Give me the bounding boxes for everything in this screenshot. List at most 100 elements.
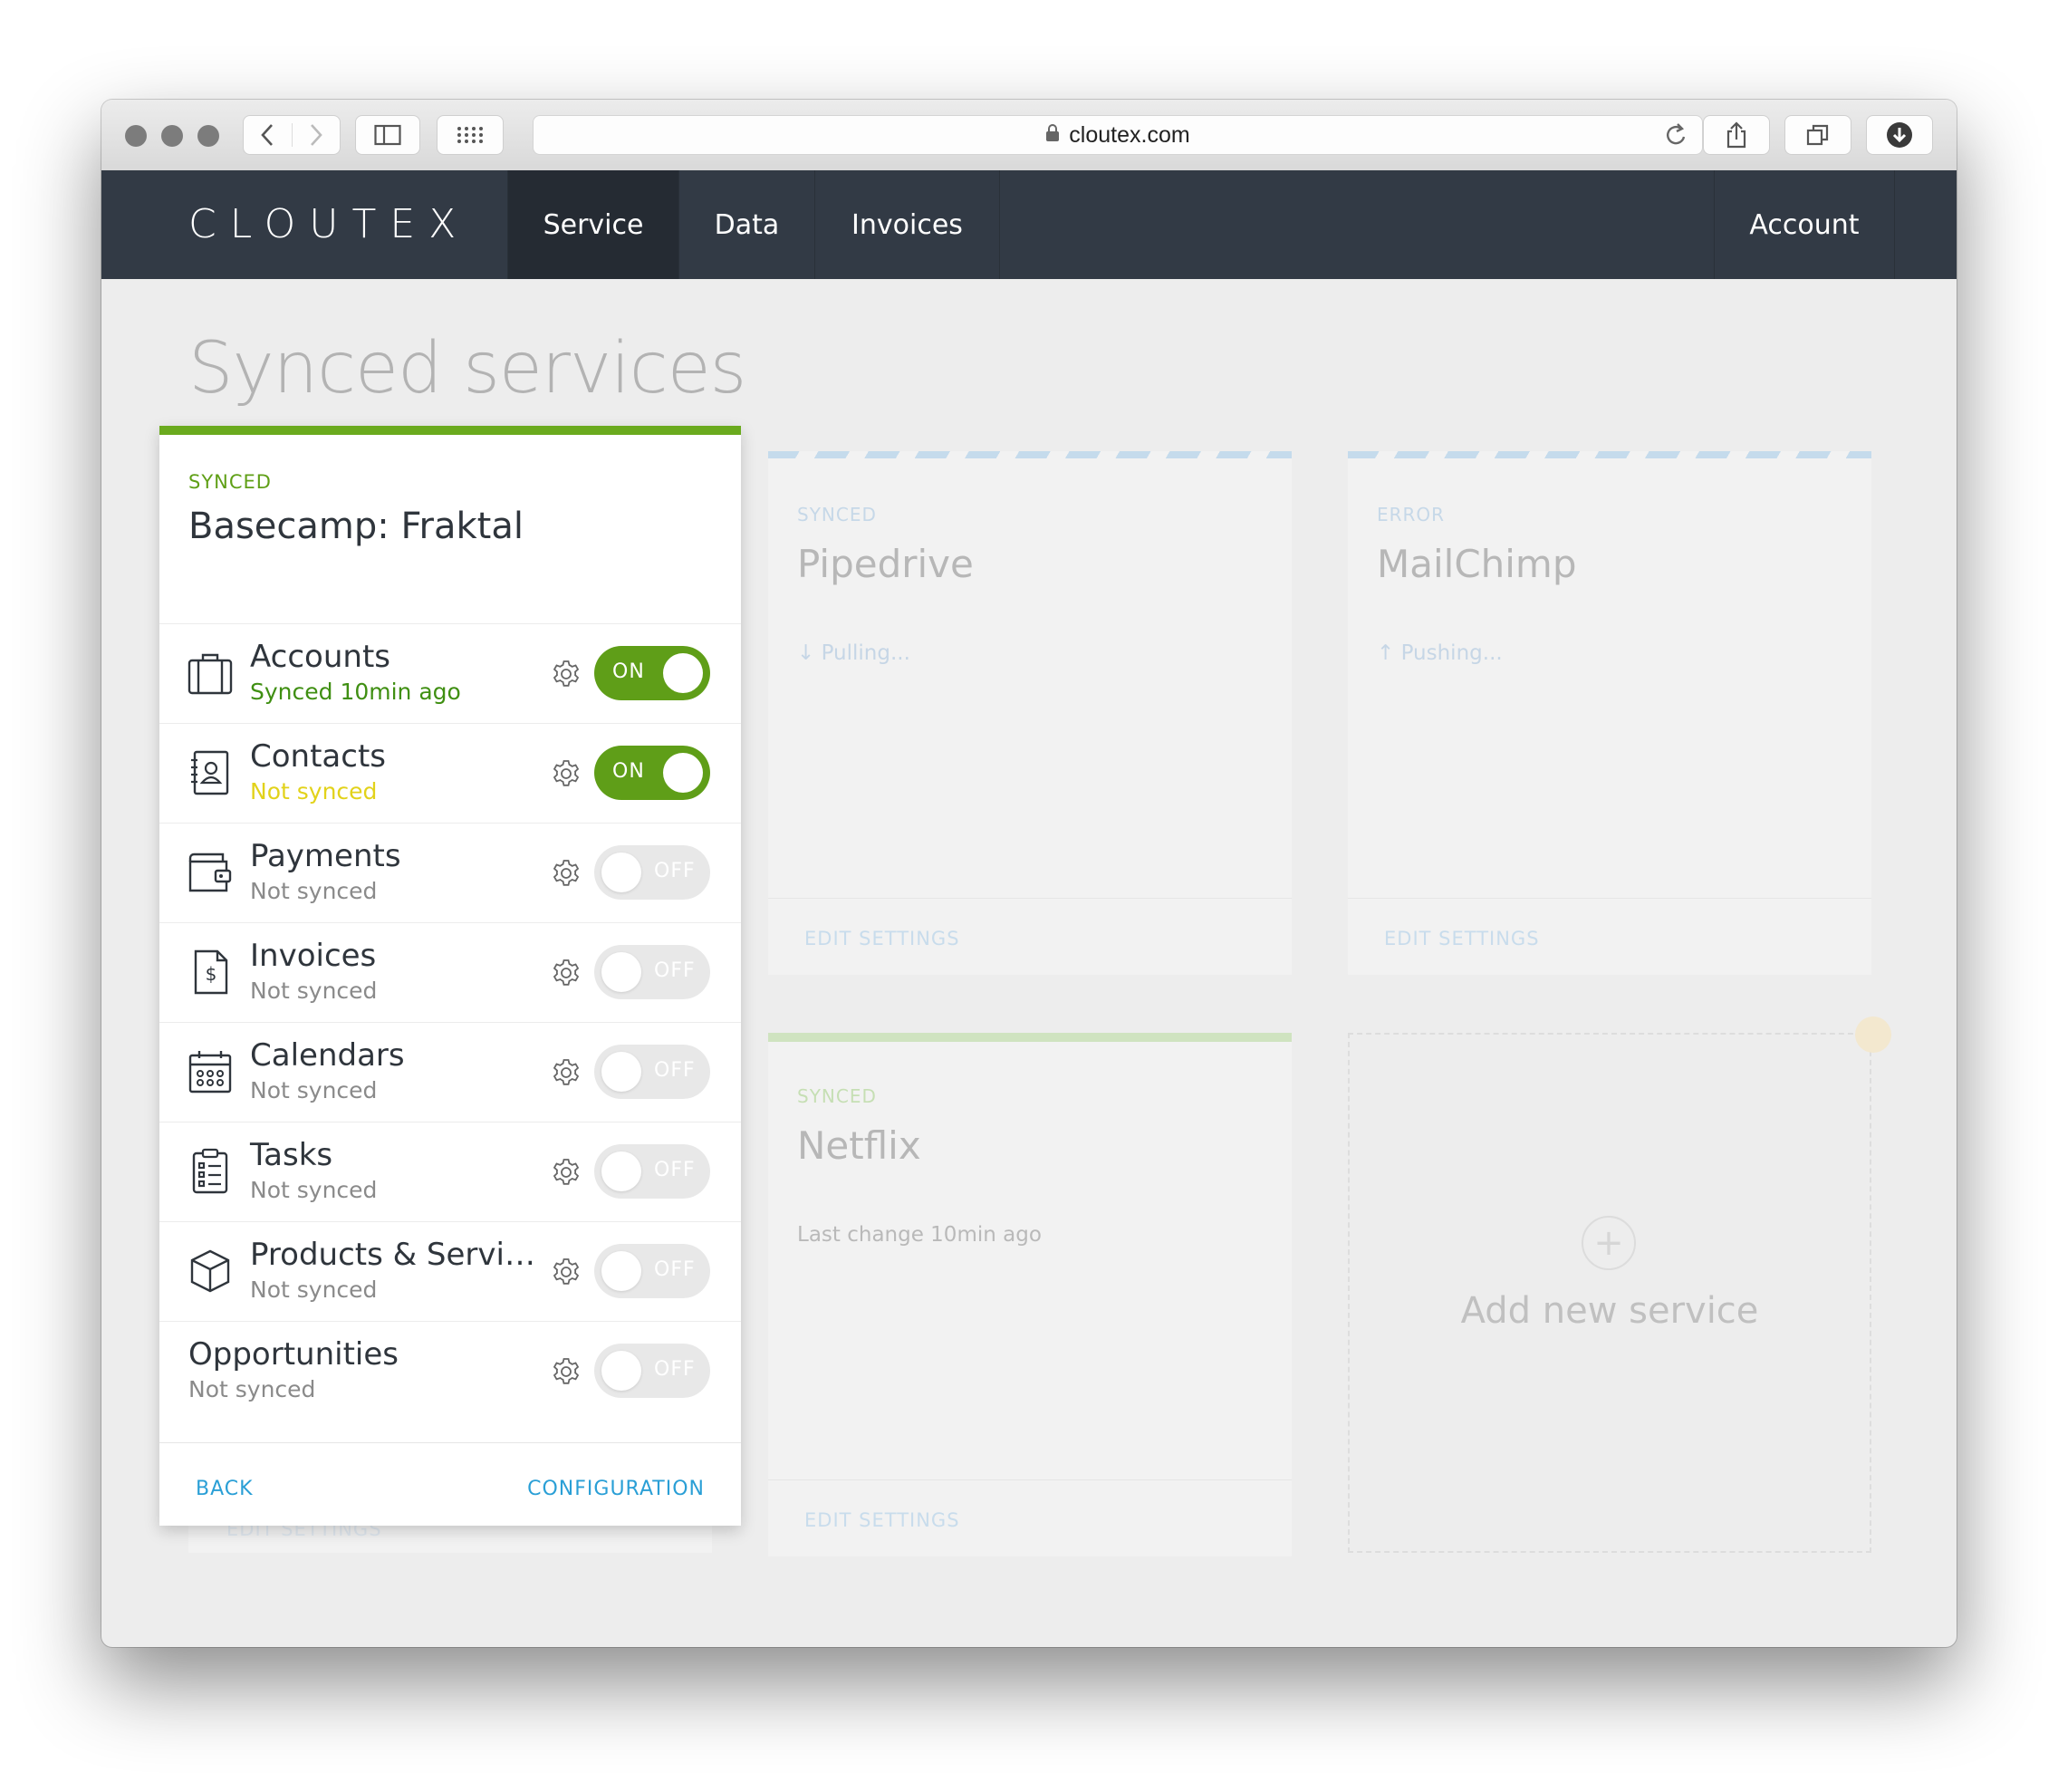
panel-title: Basecamp: Fraktal xyxy=(188,506,524,547)
close-window-button[interactable] xyxy=(125,125,147,147)
sync-toggle[interactable]: OFF xyxy=(594,1344,710,1398)
service-activity: ↓ Pulling... xyxy=(797,641,910,665)
toggle-state-label: ON xyxy=(612,760,645,783)
sync-toggle[interactable]: OFF xyxy=(594,845,710,900)
gear-icon[interactable] xyxy=(551,1157,582,1188)
nav-data[interactable]: Data xyxy=(679,170,815,279)
reload-icon[interactable] xyxy=(1664,121,1689,152)
grid-icon xyxy=(457,127,483,143)
downloads-button[interactable] xyxy=(1866,115,1933,155)
entity-row: Tasks Not synced OFF xyxy=(159,1122,741,1221)
contact-book-icon xyxy=(187,749,234,796)
entity-row: Payments Not synced OFF xyxy=(159,823,741,922)
service-name: Netflix xyxy=(797,1123,921,1168)
toggle-knob xyxy=(601,952,641,992)
page-title: Synced services xyxy=(188,328,746,409)
configuration-button[interactable]: CONFIGURATION xyxy=(527,1478,705,1500)
entity-sync-status: Not synced xyxy=(250,1177,378,1203)
sync-toggle[interactable]: OFF xyxy=(594,945,710,999)
sync-toggle[interactable]: OFF xyxy=(594,1244,710,1298)
gear-icon[interactable] xyxy=(551,659,582,689)
service-card-footer: EDIT SETTINGS xyxy=(1348,898,1871,975)
sync-toggle[interactable]: ON xyxy=(594,646,710,700)
sync-toggle[interactable]: OFF xyxy=(594,1144,710,1199)
edit-settings-link[interactable]: EDIT SETTINGS xyxy=(804,1509,960,1531)
entity-sync-status: Not synced xyxy=(250,1277,378,1303)
entity-row: Opportunities Not synced OFF xyxy=(159,1321,741,1421)
app-navbar: CLOUTEX Service Data Invoices Account xyxy=(101,170,1957,279)
browser-toolbar: cloutex.com xyxy=(101,100,1957,171)
toggle-knob xyxy=(601,853,641,892)
toggle-state-label: OFF xyxy=(654,1159,696,1181)
entity-row: Accounts Synced 10min ago ON xyxy=(159,623,741,723)
download-icon xyxy=(1887,122,1912,148)
entity-sync-status: Not synced xyxy=(188,1376,316,1402)
share-button[interactable] xyxy=(1703,115,1770,155)
zoom-window-button[interactable] xyxy=(197,125,219,147)
entity-name: Payments xyxy=(250,838,401,874)
toggle-state-label: OFF xyxy=(654,1059,696,1082)
service-card-footer: EDIT SETTINGS xyxy=(768,1479,1292,1556)
sidebar-toggle-button[interactable] xyxy=(355,115,420,155)
forward-arrow-icon[interactable] xyxy=(293,123,341,147)
sync-toggle[interactable]: ON xyxy=(594,746,710,800)
task-list-icon xyxy=(187,1148,234,1195)
service-name: MailChimp xyxy=(1377,542,1577,586)
entity-sync-status: Not synced xyxy=(250,1077,378,1103)
wallet-icon xyxy=(187,849,234,896)
service-activity: Last change 10min ago xyxy=(797,1223,1042,1247)
nav-invoices[interactable]: Invoices xyxy=(815,170,1000,279)
service-card-pipedrive[interactable]: SYNCED Pipedrive ↓ Pulling... EDIT SETTI… xyxy=(768,451,1292,975)
entity-sync-status: Not synced xyxy=(250,778,378,804)
sync-toggle[interactable]: OFF xyxy=(594,1045,710,1099)
entity-name: Accounts xyxy=(250,639,390,675)
gear-icon[interactable] xyxy=(551,758,582,789)
history-nav-group xyxy=(243,115,341,155)
entity-row: Contacts Not synced ON xyxy=(159,723,741,823)
address-text-wrap: cloutex.com xyxy=(534,116,1702,154)
service-card-mailchimp[interactable]: ERROR MailChimp ↑ Pushing... EDIT SETTIN… xyxy=(1348,451,1871,975)
toggle-state-label: OFF xyxy=(654,1258,696,1281)
edit-settings-link[interactable]: EDIT SETTINGS xyxy=(1384,928,1540,949)
syncing-stripe xyxy=(1348,451,1871,458)
toggle-knob xyxy=(663,653,703,693)
toggle-state-label: OFF xyxy=(654,860,696,882)
gear-icon[interactable] xyxy=(551,1257,582,1287)
plus-icon: + xyxy=(1582,1216,1636,1270)
toggle-state-label: OFF xyxy=(654,959,696,982)
entity-sync-status: Not synced xyxy=(250,878,378,904)
gear-icon[interactable] xyxy=(551,958,582,988)
gear-icon[interactable] xyxy=(551,858,582,889)
nav-service[interactable]: Service xyxy=(507,170,679,279)
edit-settings-link[interactable]: EDIT SETTINGS xyxy=(804,928,960,949)
back-button[interactable]: BACK xyxy=(196,1478,254,1500)
nav-account[interactable]: Account xyxy=(1714,170,1895,279)
basecamp-service-panel: SYNCED Basecamp: Fraktal Accounts Synced … xyxy=(159,426,741,1526)
entity-row: $ Invoices Not synced OFF xyxy=(159,922,741,1022)
tabs-overview-button[interactable] xyxy=(1784,115,1851,155)
browser-window: cloutex.com CLOUTEX Service Data Invoice… xyxy=(101,100,1957,1647)
toggle-state-label: OFF xyxy=(654,1358,696,1381)
calendar-icon xyxy=(187,1048,234,1095)
service-card-netflix[interactable]: SYNCED Netflix Last change 10min ago EDI… xyxy=(768,1033,1292,1556)
synced-status-bar xyxy=(768,1033,1292,1042)
service-card-footer: EDIT SETTINGS xyxy=(768,898,1292,975)
entity-row: Products & Servi… Not synced OFF xyxy=(159,1221,741,1321)
gear-icon[interactable] xyxy=(551,1057,582,1088)
entity-sync-status: Synced 10min ago xyxy=(250,679,461,705)
minimize-window-button[interactable] xyxy=(161,125,183,147)
briefcase-icon xyxy=(187,650,234,697)
add-service-card[interactable]: + Add new service xyxy=(1348,1033,1871,1553)
entity-name: Calendars xyxy=(250,1037,405,1074)
gear-icon[interactable] xyxy=(551,1356,582,1387)
cloutex-logo[interactable]: CLOUTEX xyxy=(188,203,469,246)
panel-footer: BACK CONFIGURATION xyxy=(159,1442,741,1527)
url-text: cloutex.com xyxy=(1069,121,1190,148)
entity-name: Invoices xyxy=(250,938,377,974)
synced-status-bar xyxy=(159,426,741,435)
svg-text:$: $ xyxy=(206,963,217,985)
toggle-state-label: ON xyxy=(612,660,645,683)
back-arrow-icon[interactable] xyxy=(244,123,293,147)
top-sites-button[interactable] xyxy=(437,115,504,155)
address-bar[interactable]: cloutex.com xyxy=(533,115,1703,155)
